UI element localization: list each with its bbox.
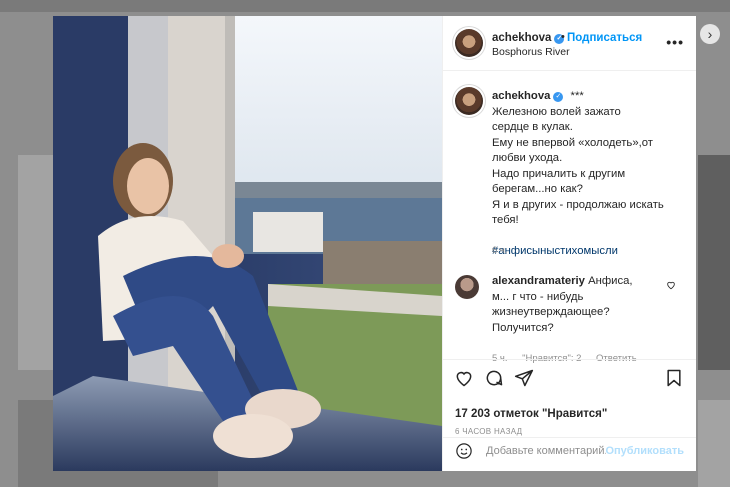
bookmark-icon[interactable]	[664, 368, 684, 388]
caption-line: Железною волей зажато	[492, 105, 621, 118]
publish-button[interactable]: Опубликовать	[605, 445, 684, 457]
caption-username[interactable]: achekhova	[492, 90, 550, 102]
background-tile	[698, 400, 730, 487]
author-avatar[interactable]	[455, 29, 483, 57]
post-caption: achekhova ✓ *** Железною волей зажато сер…	[492, 89, 682, 259]
separator-dot: •	[561, 31, 565, 43]
caption-line: берегам...но как?	[492, 183, 583, 195]
follow-button[interactable]: Подписаться	[567, 32, 642, 44]
commenter-username[interactable]: alexandramateriy	[492, 275, 585, 287]
share-icon[interactable]	[514, 368, 534, 388]
hashtag-link[interactable]: #анфисыныстихомысли	[492, 244, 682, 260]
caption-line: Ему не впервой «холодеть»,от	[492, 136, 653, 149]
likes-count[interactable]: 17 203 отметок "Нравится"	[455, 408, 607, 420]
post-photo[interactable]	[53, 16, 442, 471]
location-link[interactable]: Bosphorus River	[492, 46, 570, 58]
caption-time[interactable]: 6 ч.	[492, 245, 508, 256]
next-post-button[interactable]: ›	[700, 24, 720, 44]
comment-item: alexandramateriy Анфиса, м... г что - ни…	[492, 274, 650, 336]
username-text[interactable]: achekhova	[492, 32, 551, 44]
background-tile	[698, 155, 730, 370]
add-comment-input[interactable]	[486, 443, 606, 459]
post-modal: achekhova ✓ • Подписаться Bosphorus River…	[53, 16, 696, 471]
photo-illustration	[53, 16, 442, 471]
comment-like-icon[interactable]	[666, 280, 676, 290]
post-header: achekhova ✓ • Подписаться Bosphorus River…	[443, 16, 696, 71]
background-tile	[0, 0, 730, 12]
caption-line: Я и в других - продолжаю искать	[492, 198, 664, 211]
author-username[interactable]: achekhova ✓	[492, 32, 565, 44]
comment-icon[interactable]	[484, 368, 504, 388]
actions-divider	[443, 359, 696, 361]
heart-icon[interactable]	[454, 368, 474, 388]
commenter-avatar[interactable]	[455, 275, 479, 299]
emoji-icon[interactable]	[455, 442, 473, 460]
caption-avatar[interactable]	[455, 87, 483, 115]
caption-line: тебя!	[492, 214, 519, 226]
caption-stars: ***	[570, 90, 584, 102]
verified-icon: ✓	[553, 92, 564, 102]
caption-line: любви ухода.	[492, 152, 563, 164]
caption-line: сердце в кулак.	[492, 121, 573, 133]
caption-line: Надо причалить к другим	[492, 167, 626, 180]
posted-time[interactable]: 6 ЧАСОВ НАЗАД	[455, 427, 522, 436]
post-sidebar: achekhova ✓ • Подписаться Bosphorus River…	[442, 16, 696, 471]
more-options-icon[interactable]: •••	[666, 34, 684, 50]
